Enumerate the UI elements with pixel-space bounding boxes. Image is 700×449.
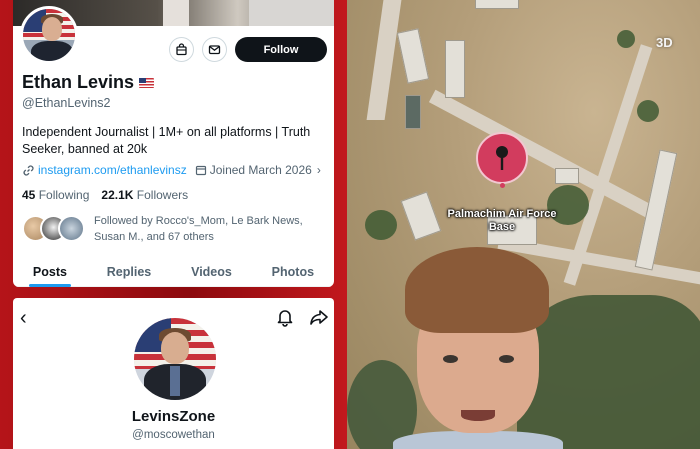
- pin-anchor: [500, 183, 505, 188]
- envelope-icon: [208, 45, 221, 55]
- avatar: [58, 215, 85, 242]
- satellite-map[interactable]: 3D Palmachim Air Force Base: [347, 0, 700, 449]
- tab-videos[interactable]: Videos: [185, 257, 238, 287]
- calendar-icon: [195, 165, 206, 176]
- tab-posts[interactable]: Posts: [27, 257, 73, 287]
- second-profile-handle: @moscowethan: [132, 429, 215, 441]
- shopping-bag-icon: [176, 43, 187, 56]
- map-3d-button[interactable]: 3D: [656, 35, 673, 50]
- second-profile-avatar[interactable]: [134, 318, 216, 400]
- tab-photos[interactable]: Photos: [266, 257, 320, 287]
- profile-card: Follow Ethan Levins @EthanLevins2 Indepe…: [13, 0, 334, 287]
- presenter-video: [373, 245, 573, 449]
- map-pin-label: Palmachim Air Force Base: [447, 208, 557, 233]
- profile-tabs: Posts Replies Videos Photos: [13, 257, 334, 287]
- map-pin[interactable]: [476, 132, 528, 184]
- us-flag-icon: [139, 77, 155, 88]
- chevron-right-icon[interactable]: ›: [317, 163, 321, 177]
- second-profile-card: ‹ LevinsZone @moscowethan: [13, 298, 334, 449]
- followed-by-row[interactable]: Followed by Rocco's_Mom, Le Bark News, S…: [22, 213, 322, 245]
- profile-avatar[interactable]: [20, 6, 78, 64]
- profile-meta: instagram.com/ethanlevinsz Joined March …: [22, 163, 330, 177]
- back-arrow-icon[interactable]: ‹: [20, 308, 27, 328]
- share-arrow-icon[interactable]: [309, 307, 329, 327]
- map-pin-icon: [496, 146, 508, 170]
- follow-button[interactable]: Follow: [235, 37, 327, 62]
- second-profile-name: LevinsZone: [131, 408, 216, 425]
- tab-replies[interactable]: Replies: [101, 257, 157, 287]
- profile-handle: @EthanLevins2: [22, 96, 111, 110]
- shop-button[interactable]: [169, 37, 194, 62]
- follow-stats: 45 Following 22.1K Followers: [22, 188, 188, 202]
- followed-by-text: Followed by Rocco's_Mom, Le Bark News, S…: [94, 215, 303, 243]
- joined-label: Joined March 2026: [209, 163, 312, 177]
- link-icon: [23, 164, 34, 176]
- followers-stat[interactable]: 22.1K Followers: [101, 188, 188, 202]
- message-button[interactable]: [202, 37, 227, 62]
- profile-link[interactable]: instagram.com/ethanlevinsz: [38, 163, 187, 177]
- profile-name: Ethan Levins: [22, 72, 135, 92]
- following-stat[interactable]: 45 Following: [22, 188, 89, 202]
- profile-name-row: Ethan Levins: [22, 72, 155, 93]
- profile-bio: Independent Journalist | 1M+ on all plat…: [22, 125, 311, 156]
- follower-avatars: [22, 215, 86, 243]
- bell-icon[interactable]: [275, 307, 295, 327]
- joined-date: Joined March 2026: [195, 163, 312, 177]
